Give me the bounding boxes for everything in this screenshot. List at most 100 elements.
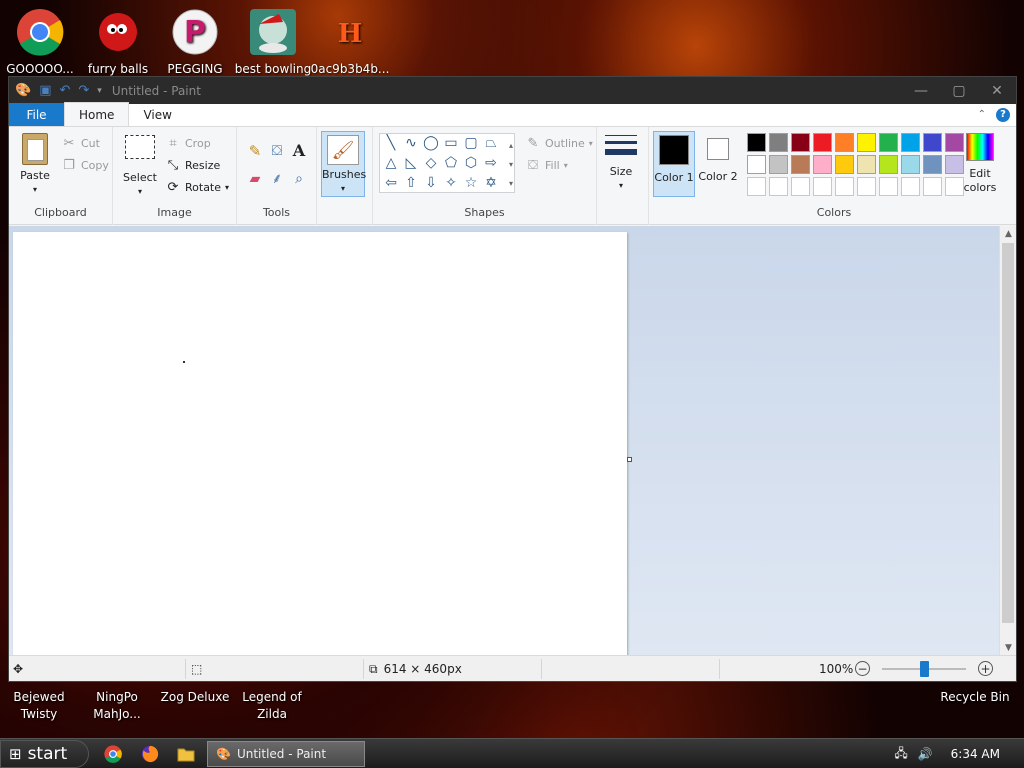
zoom-in-icon[interactable]: + <box>978 661 993 676</box>
palette-swatch[interactable] <box>923 155 942 174</box>
five-point-star-shape-icon[interactable]: ☆ <box>462 174 480 192</box>
up-arrow-shape-icon[interactable]: ⇧ <box>402 174 420 192</box>
zoom-slider-thumb[interactable] <box>920 661 929 677</box>
custom-color-slot[interactable] <box>747 177 766 196</box>
size-button[interactable]: Size ▾ <box>603 135 639 191</box>
rotate-button[interactable]: ⟳ Rotate ▾ <box>165 179 229 195</box>
network-icon[interactable]: 🖧 <box>894 744 907 765</box>
palette-swatch[interactable] <box>747 155 766 174</box>
help-icon[interactable]: ? <box>996 107 1010 122</box>
resize-button[interactable]: ⤡ Resize <box>165 157 220 173</box>
start-button[interactable]: ⊞ start <box>0 740 89 768</box>
palette-swatch[interactable] <box>901 155 920 174</box>
custom-color-slot[interactable] <box>791 177 810 196</box>
polygon-shape-icon[interactable]: ⏢ <box>482 134 500 152</box>
tab-file[interactable]: File <box>9 103 64 126</box>
desktop-icon-zog[interactable]: Zog Deluxe <box>156 689 234 706</box>
down-arrow-shape-icon[interactable]: ⇩ <box>422 174 440 192</box>
redo-icon[interactable]: ↷ <box>78 83 89 98</box>
palette-swatch[interactable] <box>813 155 832 174</box>
palette-swatch[interactable] <box>879 155 898 174</box>
minimize-icon[interactable]: — <box>902 77 940 104</box>
shapes-scroll-icon[interactable]: ▴ ▾ ▾ <box>509 136 513 193</box>
oval-shape-icon[interactable]: ◯ <box>422 134 440 152</box>
outline-button[interactable]: ✎ Outline ▾ <box>525 135 593 151</box>
color1-button[interactable]: Color 1 <box>653 131 695 197</box>
desktop-icon-furry-balls[interactable]: furry balls <box>78 6 158 76</box>
custom-color-slot[interactable] <box>813 177 832 196</box>
pencil-icon[interactable]: ✎ <box>247 143 263 159</box>
right-triangle-shape-icon[interactable]: ◺ <box>402 154 420 172</box>
crop-button[interactable]: ⌗ Crop <box>165 135 210 151</box>
chrome-taskbar-icon[interactable] <box>103 744 123 764</box>
paste-button[interactable]: Paste ▾ <box>15 133 55 195</box>
customize-toolbar-icon[interactable]: ▾ <box>97 86 102 96</box>
palette-swatch[interactable] <box>835 133 854 152</box>
right-arrow-shape-icon[interactable]: ⇨ <box>482 154 500 172</box>
drawing-canvas[interactable] <box>13 232 627 660</box>
magnifier-icon[interactable]: ⌕ <box>291 171 307 187</box>
palette-swatch[interactable] <box>835 155 854 174</box>
cut-button[interactable]: ✂ Cut <box>61 135 100 151</box>
desktop-icon-bejewed[interactable]: Bejewed Twisty <box>0 689 78 723</box>
desktop-icon-best-bowling[interactable]: best bowling <box>233 6 313 76</box>
desktop-icon-pegging[interactable]: P PEGGING <box>155 6 235 76</box>
custom-color-slot[interactable] <box>857 177 876 196</box>
firefox-taskbar-icon[interactable] <box>140 744 160 764</box>
fill-button[interactable]: ⛋ Fill ▾ <box>525 157 568 173</box>
custom-color-slot[interactable] <box>901 177 920 196</box>
scroll-down-icon[interactable]: ▼ <box>1000 640 1017 656</box>
maximize-icon[interactable]: ▢ <box>940 77 978 104</box>
custom-color-slot[interactable] <box>769 177 788 196</box>
rectangle-shape-icon[interactable]: ▭ <box>442 134 460 152</box>
text-icon[interactable]: A <box>291 143 307 159</box>
line-shape-icon[interactable]: ╲ <box>382 134 400 152</box>
four-point-star-shape-icon[interactable]: ✧ <box>442 174 460 192</box>
palette-swatch[interactable] <box>857 133 876 152</box>
clock[interactable]: 6:34 AM <box>951 747 1000 761</box>
file-explorer-taskbar-icon[interactable] <box>176 744 196 764</box>
custom-color-slot[interactable] <box>835 177 854 196</box>
edit-colors-button[interactable]: Edit colors <box>957 133 1003 195</box>
collapse-ribbon-icon[interactable]: ⌃ <box>978 109 986 120</box>
desktop-icon-recycle-bin[interactable]: Recycle Bin <box>934 689 1016 706</box>
palette-swatch[interactable] <box>879 133 898 152</box>
desktop-icon-h-app[interactable]: H 0ac9b3b4b... <box>310 6 390 76</box>
zoom-out-icon[interactable]: − <box>855 661 870 676</box>
close-icon[interactable]: ✕ <box>978 77 1016 104</box>
canvas-resize-handle[interactable] <box>627 457 632 462</box>
desktop-icon-chrome[interactable]: GOOOOO... <box>0 6 80 76</box>
brushes-button[interactable]: 🖌 Brushes ▾ <box>321 131 366 197</box>
tab-view[interactable]: View <box>129 103 185 126</box>
curve-shape-icon[interactable]: ∿ <box>402 134 420 152</box>
hexagon-shape-icon[interactable]: ⬡ <box>462 154 480 172</box>
palette-swatch[interactable] <box>923 133 942 152</box>
palette-swatch[interactable] <box>769 155 788 174</box>
taskbar-paint-button[interactable]: 🎨 Untitled - Paint <box>207 741 365 767</box>
fill-bucket-icon[interactable]: ⛋ <box>269 143 285 159</box>
undo-icon[interactable]: ↶ <box>59 83 70 98</box>
rounded-rect-shape-icon[interactable]: ▢ <box>462 134 480 152</box>
six-point-star-shape-icon[interactable]: ✡ <box>482 174 500 192</box>
tab-home[interactable]: Home <box>64 102 130 126</box>
triangle-shape-icon[interactable]: △ <box>382 154 400 172</box>
desktop-icon-ningpo[interactable]: NingPo MahJo... <box>78 689 156 723</box>
volume-icon[interactable]: 🔊 <box>918 747 933 761</box>
palette-swatch[interactable] <box>791 133 810 152</box>
desktop-icon-zilda[interactable]: Legend of Zilda <box>233 689 311 723</box>
palette-swatch[interactable] <box>813 133 832 152</box>
palette-swatch[interactable] <box>769 133 788 152</box>
scroll-thumb[interactable] <box>1002 243 1014 623</box>
scroll-up-icon[interactable]: ▲ <box>1000 226 1017 242</box>
eraser-icon[interactable]: ▰ <box>247 171 263 187</box>
select-button[interactable]: Select ▾ <box>119 135 161 197</box>
palette-swatch[interactable] <box>791 155 810 174</box>
palette-swatch[interactable] <box>747 133 766 152</box>
save-icon[interactable]: ▣ <box>39 83 51 98</box>
pentagon-shape-icon[interactable]: ⬠ <box>442 154 460 172</box>
custom-color-slot[interactable] <box>923 177 942 196</box>
copy-button[interactable]: ❐ Copy <box>61 157 109 173</box>
canvas-workspace[interactable] <box>9 226 1000 660</box>
paint-app-icon[interactable]: 🎨 <box>15 83 31 98</box>
palette-swatch[interactable] <box>857 155 876 174</box>
